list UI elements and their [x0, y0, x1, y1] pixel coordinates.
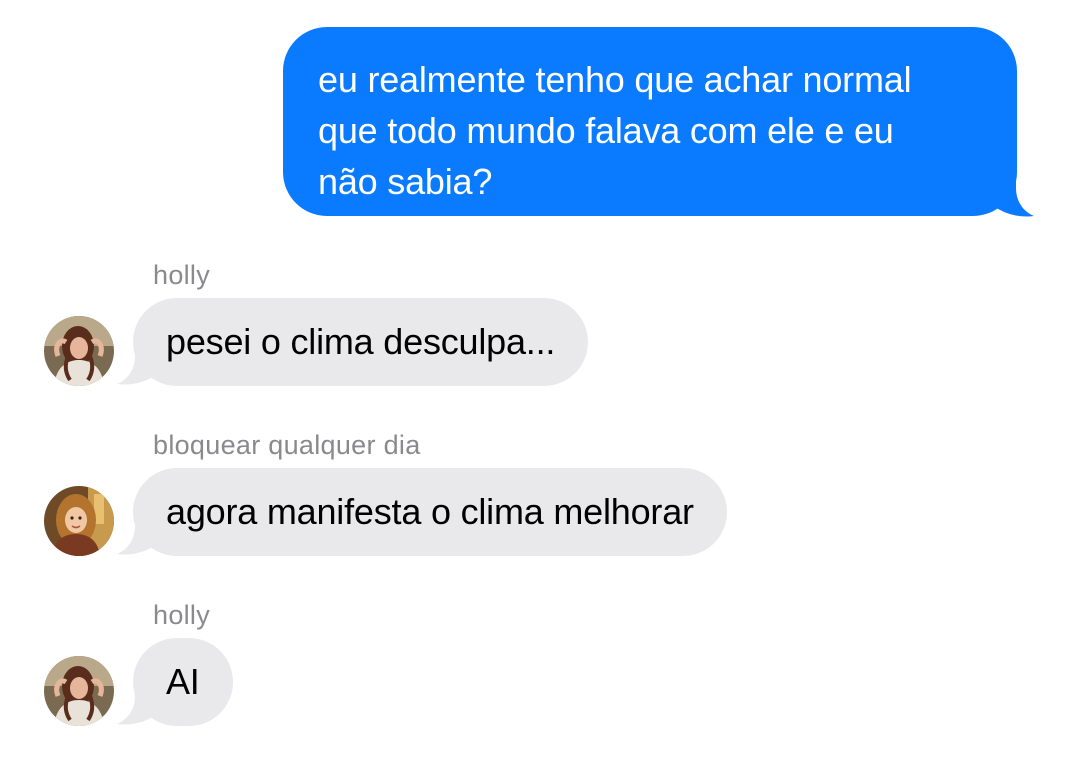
sender-name: holly: [153, 600, 211, 630]
outgoing-bubble-tail-icon: [990, 168, 1034, 217]
sender-name: bloquear qualquer dia: [153, 430, 421, 460]
message-thread: eu realmente tenho que achar normal que …: [0, 0, 1080, 761]
incoming-message-bubble[interactable]: pesei o clima desculpa...: [133, 298, 589, 386]
message-text: pesei o clima desculpa...: [166, 321, 556, 362]
message-text: agora manifesta o clima melhorar: [166, 491, 694, 532]
avatar-bloquear-icon[interactable]: [44, 486, 114, 556]
message-line: não sabia?: [318, 161, 493, 202]
message-line: eu realmente tenho que achar normal: [318, 59, 912, 100]
message-text: AI: [166, 661, 200, 702]
avatar-holly-icon[interactable]: [44, 316, 114, 386]
message-line: que todo mundo falava com ele e eu: [318, 110, 894, 151]
avatar-holly-icon[interactable]: [44, 656, 114, 726]
incoming-message-bubble[interactable]: AI: [133, 638, 233, 726]
sender-name: holly: [153, 260, 211, 290]
incoming-message-bubble[interactable]: agora manifesta o clima melhorar: [133, 468, 727, 556]
outgoing-message-bubble[interactable]: eu realmente tenho que achar normal que …: [283, 27, 1017, 216]
